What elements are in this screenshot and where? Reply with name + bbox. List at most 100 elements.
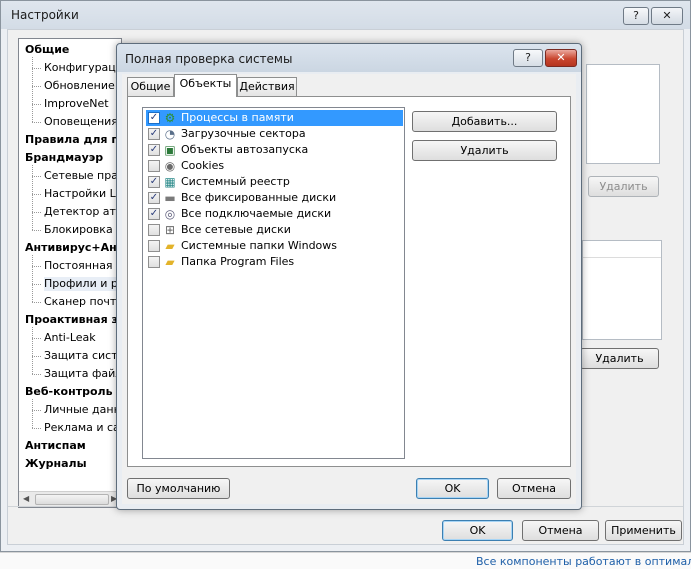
tree-item[interactable]: Сетевые прав [31, 169, 121, 183]
outer-ok-button[interactable]: OK [442, 520, 513, 541]
remove-object-button[interactable]: Удалить [412, 140, 557, 161]
scan-object-label: Загрузочные сектора [181, 127, 306, 140]
tree-group[interactable]: Общие [25, 43, 69, 57]
tree-group[interactable]: Веб-контроль [25, 385, 113, 399]
scan-object-row[interactable]: ✓ ⚙ Процессы в памяти [146, 110, 403, 126]
boot-sector-icon: ◔ [164, 127, 176, 141]
registry-icon: ▦ [164, 175, 176, 189]
gear-process-icon: ⚙ [164, 111, 176, 125]
tree-group[interactable]: Антивирус+Анти [25, 241, 121, 255]
scan-object-label: Все сетевые диски [181, 223, 291, 236]
tree-horizontal-scrollbar[interactable]: ◀ ▶ [19, 491, 121, 507]
cookies-icon: ◉ [164, 159, 176, 173]
scan-object-row[interactable]: ✓ ◔ Загрузочные сектора [146, 126, 403, 142]
tree-group[interactable]: Правила для пр [25, 133, 121, 147]
tree-item[interactable]: Конфигураци [32, 61, 121, 75]
tab-actions[interactable]: Действия [237, 77, 297, 97]
tree-item[interactable]: Блокировка I [31, 223, 119, 237]
scan-object-row[interactable]: ✓ ▬ Все фиксированные диски [146, 190, 403, 206]
tree-connector [32, 255, 33, 302]
tree-group[interactable]: Проактивная за [25, 313, 121, 327]
default-button[interactable]: По умолчанию [127, 478, 230, 499]
folder-icon: ▰ [165, 239, 175, 253]
tree-item[interactable]: Детектор атак [31, 205, 121, 219]
scan-object-label: Папка Program Files [181, 255, 295, 268]
tree-group[interactable]: Брандмауэр [25, 151, 103, 165]
settings-close-button[interactable]: ✕ [651, 7, 683, 25]
add-object-button[interactable]: Добавить... [412, 111, 557, 132]
scan-object-checkbox[interactable]: ✓ [148, 128, 160, 140]
status-text: Все компоненты работают в оптималь [476, 555, 691, 568]
scan-object-row[interactable]: ⊞ Все сетевые диски [146, 222, 403, 238]
settings-help-button[interactable]: ? [623, 7, 649, 25]
scan-object-checkbox[interactable]: ✓ [148, 208, 160, 220]
scan-object-checkbox[interactable]: ✓ [148, 144, 160, 156]
tree-connector [32, 327, 33, 374]
settings-tree[interactable]: ◀ ▶ Общие Конфигураци Обновление ImproveNet… [18, 38, 122, 508]
scan-object-checkbox[interactable]: ✓ [148, 112, 160, 124]
scan-object-row[interactable]: ✓ ◎ Все подключаемые диски [146, 206, 403, 222]
scroll-left-arrow-icon[interactable]: ◀ [23, 494, 29, 503]
settings-window-title: Настройки [11, 8, 79, 22]
dialog-cancel-button[interactable]: Отмена [497, 478, 571, 499]
tree-item[interactable]: Сканер почты [31, 295, 121, 309]
tree-item[interactable]: Реклама и са [32, 421, 120, 435]
outer-remove-button-2[interactable]: Удалить [580, 348, 659, 369]
scan-object-label: Процессы в памяти [181, 111, 294, 124]
dialog-body: Общие Объекты Действия ✓ ⚙ Процессы в памя… [122, 74, 576, 504]
full-scan-dialog: Полная проверка системы ? ✕ Общие Объект… [116, 43, 582, 510]
scan-object-label: Все фиксированные диски [181, 191, 337, 204]
outer-remove-button-1[interactable]: Удалить [588, 176, 659, 197]
scan-object-checkbox[interactable] [148, 224, 160, 236]
tree-group[interactable]: Журналы [25, 457, 87, 471]
tree-connector [32, 399, 33, 428]
scan-object-checkbox[interactable]: ✓ [148, 192, 160, 204]
network-disk-icon: ⊞ [164, 223, 176, 237]
scan-object-checkbox[interactable] [148, 160, 160, 172]
scan-object-label: Cookies [181, 159, 225, 172]
tree-item[interactable]: Обновление [32, 79, 115, 93]
tree-item[interactable]: ImproveNet [32, 97, 109, 111]
tree-item[interactable]: Anti-Leak [32, 331, 96, 345]
outer-apply-button[interactable]: Применить [605, 520, 682, 541]
scan-objects-list[interactable]: ✓ ⚙ Процессы в памяти ✓ ◔ Загрузочные сектора… [142, 107, 405, 459]
dialog-close-button[interactable]: ✕ [545, 49, 577, 67]
tree-item[interactable]: Оповещения [32, 115, 118, 129]
tree-item[interactable]: Постоянная з [32, 259, 121, 273]
scan-object-row[interactable]: ✓ ▦ Системный реестр [146, 174, 403, 190]
dialog-help-button[interactable]: ? [513, 49, 543, 67]
scan-object-row[interactable]: ✓ ▣ Объекты автозапуска [146, 142, 403, 158]
scan-object-checkbox[interactable]: ✓ [148, 176, 160, 188]
autorun-icon: ▣ [164, 143, 176, 157]
tree-item[interactable]: Защита систе [31, 349, 121, 363]
scan-object-label: Системные папки Windows [181, 239, 338, 252]
tree-group[interactable]: Антиспам [25, 439, 86, 453]
folder-add-icon: ▰ [165, 255, 175, 269]
tree-item[interactable]: Профили и р [32, 277, 118, 291]
right-list-panel-2 [582, 240, 662, 340]
scan-object-checkbox[interactable] [148, 256, 160, 268]
scan-object-row[interactable]: ▰ Системные папки Windows [146, 238, 403, 254]
scan-object-label: Все подключаемые диски [181, 207, 332, 220]
scan-object-label: Объекты автозапуска [181, 143, 309, 156]
tree-item[interactable]: Личные данн [32, 403, 121, 417]
tree-connector [32, 165, 33, 230]
scan-object-checkbox[interactable] [148, 240, 160, 252]
tab-objects[interactable]: Объекты [174, 74, 237, 97]
tree-connector [32, 57, 33, 122]
dialog-ok-button[interactable]: OK [416, 478, 489, 499]
tree-item[interactable]: Защита файл [31, 367, 121, 381]
tree-item[interactable]: Настройки LA [32, 187, 121, 201]
fixed-disk-icon: ▬ [164, 191, 176, 205]
objects-tab-page: ✓ ⚙ Процессы в памяти ✓ ◔ Загрузочные сектора… [127, 96, 571, 467]
tree-scroll-thumb[interactable] [35, 494, 109, 505]
scan-object-row[interactable]: ◉ Cookies [146, 158, 403, 174]
scan-object-row[interactable]: ▰ Папка Program Files [146, 254, 403, 270]
outer-cancel-button[interactable]: Отмена [522, 520, 599, 541]
dialog-title: Полная проверка системы [125, 52, 293, 66]
scan-object-label: Системный реестр [181, 175, 290, 188]
tab-general[interactable]: Общие [127, 77, 174, 97]
status-bar: Все компоненты работают в оптималь [0, 552, 691, 569]
removable-disk-icon: ◎ [164, 207, 176, 221]
right-list-panel-1 [586, 64, 660, 164]
